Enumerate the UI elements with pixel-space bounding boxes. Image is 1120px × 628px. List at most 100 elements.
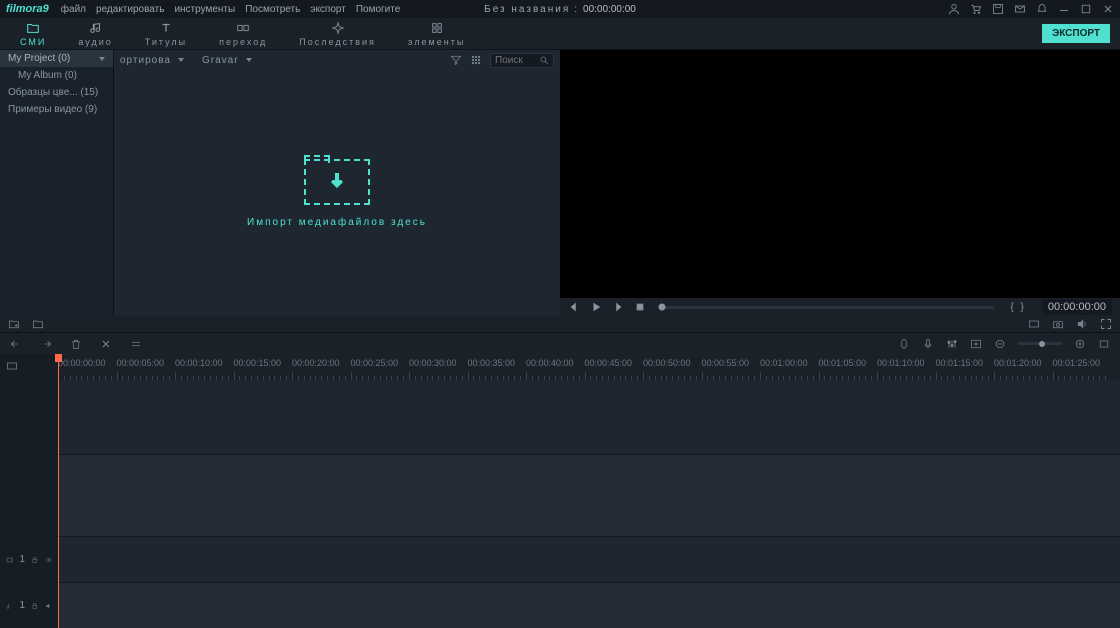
export-button[interactable]: ЭКСПОРТ <box>1042 24 1110 43</box>
volume-icon[interactable] <box>1076 318 1088 330</box>
audio-track-head[interactable]: 1 <box>0 582 58 628</box>
stop-icon[interactable] <box>634 301 646 313</box>
seek-handle[interactable] <box>659 304 666 311</box>
video-track-head[interactable]: 1 <box>0 536 58 582</box>
cart-icon[interactable] <box>970 3 982 15</box>
app-logo: filmora9 <box>6 3 49 15</box>
zoom-in-icon[interactable] <box>1074 338 1086 350</box>
import-dropdown[interactable]: ортирова <box>120 55 184 66</box>
upper-panels: My Project (0) My Album (0) Образцы цве.… <box>0 50 1120 332</box>
zoom-out-icon[interactable] <box>994 338 1006 350</box>
video-track-1[interactable] <box>58 536 1120 582</box>
ruler-tick: 00:00:00:00 <box>58 358 106 368</box>
preview-bottom-toolbar <box>560 316 1120 332</box>
playhead-line[interactable] <box>58 354 59 628</box>
module-tabs: СМИ аудио Титулы переход Последствия эле… <box>0 18 1120 50</box>
folder-my-project[interactable]: My Project (0) <box>0 50 113 67</box>
elements-icon <box>430 21 444 35</box>
tab-titles-label: Титулы <box>145 37 187 47</box>
search-box[interactable] <box>490 53 554 68</box>
record-dropdown[interactable]: Gravar <box>202 55 252 66</box>
marker-brackets[interactable]: { } <box>1010 302 1025 313</box>
tab-titles[interactable]: Титулы <box>129 19 203 49</box>
timeline: 00:00:00:0000:00:05:0000:00:10:0000:00:1… <box>0 354 1120 628</box>
ruler-tick: 00:01:15:00 <box>936 358 984 368</box>
folder-my-album[interactable]: My Album (0) <box>0 67 113 84</box>
maximize-icon[interactable] <box>1080 3 1092 15</box>
lock-icon[interactable] <box>31 555 38 565</box>
close-icon[interactable] <box>1102 3 1114 15</box>
folder-examples[interactable]: Примеры видео (9) <box>0 101 113 118</box>
ruler-scale[interactable]: 00:00:00:0000:00:05:0000:00:10:0000:00:1… <box>58 354 1120 380</box>
undo-icon[interactable] <box>10 338 22 350</box>
save-icon[interactable] <box>992 3 1004 15</box>
user-icon[interactable] <box>948 3 960 15</box>
add-track-icon[interactable] <box>970 338 982 350</box>
menu-help[interactable]: Помогите <box>356 4 400 15</box>
timeline-menu-icon[interactable] <box>6 360 18 372</box>
chevron-down-icon <box>96 53 105 64</box>
tab-audio-label: аудио <box>78 37 112 47</box>
tab-audio[interactable]: аудио <box>62 19 128 49</box>
folder-icon <box>26 21 40 35</box>
search-input[interactable] <box>495 55 539 66</box>
grid-view-icon[interactable] <box>470 54 482 66</box>
bell-icon[interactable] <box>1036 3 1048 15</box>
snapshot-icon[interactable] <box>1052 318 1064 330</box>
mute-icon[interactable] <box>45 601 52 611</box>
mic-icon[interactable] <box>922 338 934 350</box>
redo-icon[interactable] <box>40 338 52 350</box>
lock-icon-2[interactable] <box>31 601 38 611</box>
dropzone-text: Импорт медиафайлов здесь <box>247 217 427 228</box>
menu-view[interactable]: Посмотреть <box>245 4 300 15</box>
folder-list: My Project (0) My Album (0) Образцы цве.… <box>0 50 114 316</box>
ruler-tick: 00:01:20:00 <box>994 358 1042 368</box>
ruler-tick: 00:00:05:00 <box>117 358 165 368</box>
mixer-icon[interactable] <box>946 338 958 350</box>
filter-icon[interactable] <box>450 54 462 66</box>
ratio-icon[interactable] <box>1028 318 1040 330</box>
project-title: Без названия: 00:00:00:00 <box>484 4 636 15</box>
new-folder-icon[interactable] <box>8 318 20 330</box>
delete-icon[interactable] <box>70 338 82 350</box>
seek-bar[interactable] <box>662 306 994 309</box>
tab-elements[interactable]: элементы <box>392 19 481 49</box>
tracks: 1 1 <box>0 380 1120 628</box>
fullscreen-icon[interactable] <box>1100 318 1112 330</box>
video-track-icon <box>6 555 13 565</box>
media-bottom-toolbar <box>0 316 560 332</box>
zoom-slider[interactable] <box>1018 342 1062 345</box>
track-heads: 1 1 <box>0 380 58 628</box>
menu-edit[interactable]: редактировать <box>96 4 164 15</box>
eye-icon[interactable] <box>45 555 52 565</box>
mail-icon[interactable] <box>1014 3 1026 15</box>
tab-transition[interactable]: переход <box>203 19 283 49</box>
menu-tools[interactable]: инструменты <box>174 4 235 15</box>
audio-track-1[interactable] <box>58 582 1120 628</box>
menu-file[interactable]: файл <box>61 4 86 15</box>
ruler-tick: 00:00:45:00 <box>585 358 633 368</box>
minimize-icon[interactable] <box>1058 3 1070 15</box>
transition-icon <box>236 21 250 35</box>
timeline-ruler[interactable]: 00:00:00:0000:00:05:0000:00:10:0000:00:1… <box>0 354 1120 380</box>
zoom-fit-icon[interactable] <box>1098 338 1110 350</box>
prev-frame-icon[interactable] <box>568 301 580 313</box>
folder-icon-2[interactable] <box>32 318 44 330</box>
track-area[interactable] <box>58 380 1120 628</box>
tab-transition-label: переход <box>219 37 267 47</box>
tab-elements-label: элементы <box>408 37 465 47</box>
split-icon[interactable] <box>100 338 112 350</box>
preview-video[interactable] <box>560 50 1120 298</box>
tab-media[interactable]: СМИ <box>4 19 62 49</box>
folder-samples[interactable]: Образцы цве... (15) <box>0 84 113 101</box>
ruler-tick: 00:01:05:00 <box>819 358 867 368</box>
edit-icon[interactable] <box>130 338 142 350</box>
media-dropzone[interactable]: Импорт медиафайлов здесь <box>114 70 560 316</box>
marker-icon[interactable] <box>898 338 910 350</box>
menu-export[interactable]: экспорт <box>310 4 346 15</box>
zoom-handle[interactable] <box>1039 341 1045 347</box>
video-track-row[interactable] <box>58 454 1120 536</box>
tab-effects[interactable]: Последствия <box>283 19 392 49</box>
play-icon[interactable] <box>590 301 602 313</box>
next-frame-icon[interactable] <box>612 301 624 313</box>
